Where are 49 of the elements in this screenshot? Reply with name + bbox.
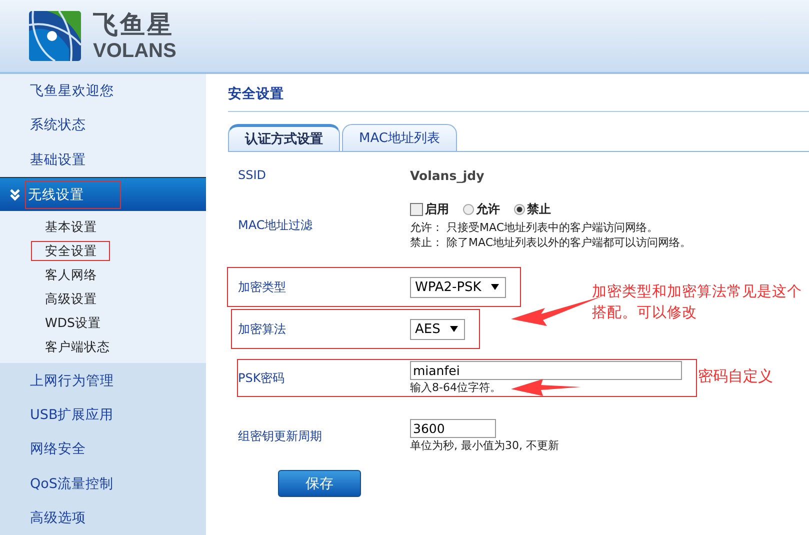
radio-label: 禁止 bbox=[527, 200, 551, 218]
nav-item[interactable]: 基础设置 bbox=[0, 142, 206, 177]
dropdown-arrow-icon bbox=[491, 284, 500, 290]
nav-item[interactable]: USB扩展应用 bbox=[0, 398, 206, 432]
checkbox-label: 启用 bbox=[425, 200, 449, 218]
submenu-item[interactable]: 客户端状态 bbox=[45, 335, 112, 360]
double-chevron-icon bbox=[10, 188, 20, 201]
submenu-item[interactable]: 基本设置 bbox=[45, 215, 99, 240]
radio-button[interactable] bbox=[463, 204, 474, 214]
brand-wordmark: VOLANS bbox=[93, 40, 176, 60]
help-text: 单位为秒, 最小值为30, 不更新 bbox=[410, 438, 559, 453]
nav-item[interactable]: 网络安全 bbox=[0, 432, 206, 466]
ssid-value: Volans_jdy bbox=[410, 168, 484, 182]
submenu-item[interactable]: 安全设置 bbox=[32, 242, 109, 260]
help-text: 输入8-64位字符。 bbox=[410, 380, 501, 395]
radio-button[interactable] bbox=[514, 204, 525, 214]
nav-item[interactable]: 系统状态 bbox=[0, 108, 206, 143]
dropdown[interactable]: AES bbox=[410, 318, 466, 340]
dropdown-arrow-icon bbox=[450, 326, 458, 332]
radio-label: 允许 bbox=[476, 200, 500, 218]
nav-item[interactable]: QoS流量控制 bbox=[0, 466, 206, 501]
input-field[interactable]: 3600 bbox=[410, 419, 496, 438]
nav-item[interactable]: 高级选项 bbox=[0, 500, 206, 535]
nav-item[interactable]: 无线设置 bbox=[0, 176, 206, 212]
help-text: 允许： 只接受MAC地址列表中的客户端访问网络。 bbox=[410, 220, 659, 234]
dropdown[interactable]: WPA2-PSK bbox=[410, 276, 506, 298]
save-button[interactable]: 保存 bbox=[278, 470, 361, 497]
annotation-text: 加密类型和加密算法常见是这个搭配。可以修改 bbox=[592, 282, 803, 323]
submenu-item[interactable]: 客人网络 bbox=[45, 263, 99, 288]
nav-item[interactable]: 上网行为管理 bbox=[0, 363, 206, 398]
nav-item[interactable]: 飞鱼星欢迎您 bbox=[0, 74, 206, 108]
submenu-item[interactable]: 高级设置 bbox=[45, 287, 99, 312]
logo-icon bbox=[29, 11, 81, 61]
field-label: 加密类型 bbox=[238, 278, 287, 296]
checkbox[interactable] bbox=[410, 202, 423, 216]
field-label: 组密钥更新周期 bbox=[238, 428, 323, 444]
tab[interactable]: 认证方式设置 bbox=[228, 124, 340, 151]
field-label: 加密算法 bbox=[238, 320, 287, 338]
page-title: 安全设置 bbox=[228, 74, 809, 112]
field-label: MAC地址过滤 bbox=[238, 216, 314, 234]
tab[interactable]: MAC地址列表 bbox=[342, 124, 457, 151]
submenu-item[interactable]: WDS设置 bbox=[45, 311, 103, 336]
brand-name: 飞鱼星 bbox=[93, 12, 175, 36]
input-field[interactable]: mianfei bbox=[410, 361, 682, 380]
annotation-text: 密码自定义 bbox=[698, 367, 773, 386]
field-label: SSID bbox=[238, 168, 268, 182]
field-label: PSK密码 bbox=[238, 370, 286, 386]
help-text: 禁止： 除了MAC地址列表以外的客户端都可以访问网络。 bbox=[410, 234, 691, 250]
nav-item-label: 无线设置 bbox=[26, 182, 120, 208]
